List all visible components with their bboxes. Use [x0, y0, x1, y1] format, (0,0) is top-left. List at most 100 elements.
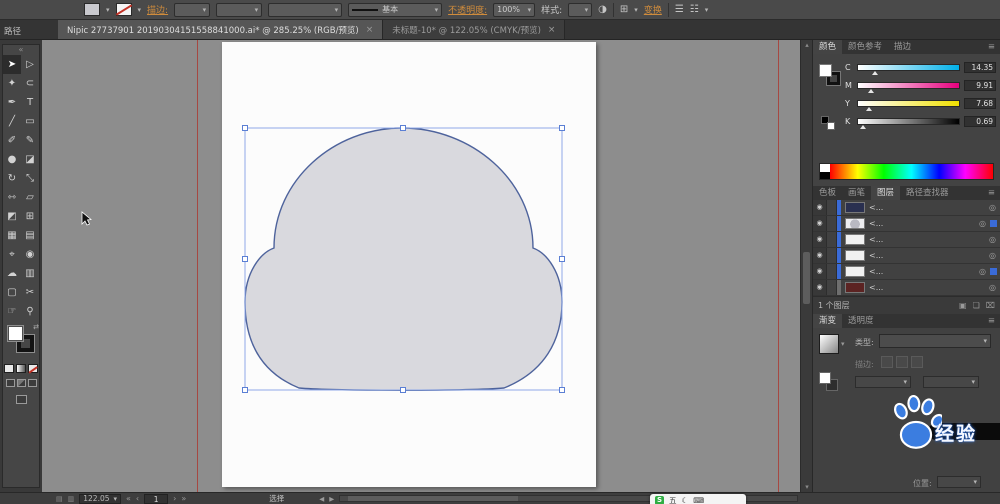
color-spectrum[interactable]	[819, 163, 994, 180]
zoom-dropdown[interactable]: 122.05 ▾	[79, 493, 122, 504]
cloud-shape[interactable]	[244, 127, 563, 391]
lock-toggle[interactable]	[827, 280, 837, 295]
tab-brushes[interactable]: 画笔	[842, 186, 871, 200]
screen-mode-icon[interactable]	[15, 395, 27, 404]
layer-name[interactable]: <...	[869, 251, 989, 260]
stroke-color-swatch[interactable]	[115, 3, 132, 16]
cyan-slider[interactable]	[857, 63, 960, 75]
scrollbar-thumb[interactable]	[803, 252, 810, 304]
tab-stroke[interactable]: 描边	[888, 40, 917, 54]
tool-pencil[interactable]: ✎	[21, 131, 39, 150]
first-artboard-button[interactable]: «	[126, 494, 131, 503]
chevron-down-icon[interactable]: ▾	[138, 6, 142, 14]
layer-name[interactable]: <...	[869, 203, 989, 212]
white-swatch[interactable]	[827, 122, 835, 130]
layer-name[interactable]: <...	[869, 219, 979, 228]
next-artboard-button[interactable]: ›	[173, 494, 176, 503]
layer-thumbnail[interactable]	[845, 218, 865, 229]
target-icon[interactable]: ◎	[989, 251, 996, 260]
layer-name[interactable]: <...	[869, 283, 989, 292]
lock-toggle[interactable]	[827, 248, 837, 263]
scrollbar-thumb[interactable]	[348, 496, 519, 501]
layer-row[interactable]: ◉ <... ◎	[813, 200, 1000, 216]
selection-indicator[interactable]	[990, 268, 997, 275]
tool-column-graph[interactable]: ▥	[21, 264, 39, 283]
stroke-along-icon[interactable]	[896, 356, 908, 368]
magenta-slider[interactable]	[857, 81, 960, 93]
black-value[interactable]: 0.69	[964, 115, 996, 127]
target-icon[interactable]: ◎	[979, 219, 986, 228]
chevron-down-icon[interactable]: ▾	[106, 6, 110, 14]
brush-definition-dropdown[interactable]: 基本 ▾	[348, 2, 443, 17]
magenta-value[interactable]: 9.91	[964, 79, 996, 91]
scroll-left-icon[interactable]: ◀	[319, 495, 324, 503]
visibility-toggle[interactable]: ◉	[813, 248, 827, 263]
fill-color-swatch[interactable]	[84, 3, 100, 16]
moon-icon[interactable]: ☾	[682, 496, 689, 504]
chevron-down-icon[interactable]: ▾	[634, 6, 638, 14]
target-icon[interactable]: ◎	[989, 283, 996, 292]
tab-gradient[interactable]: 渐变	[813, 314, 843, 328]
layer-thumbnail[interactable]	[845, 282, 865, 293]
stroke-across-icon[interactable]	[911, 356, 923, 368]
tool-paintbrush[interactable]: ✐	[3, 131, 21, 150]
layer-thumbnail[interactable]	[845, 234, 865, 245]
gradient-fill-proxy[interactable]	[819, 372, 831, 384]
tool-hand[interactable]: ☞	[3, 302, 21, 321]
draw-behind-icon[interactable]	[16, 379, 26, 387]
lock-toggle[interactable]	[827, 216, 837, 231]
tool-rectangle[interactable]: ▭	[21, 112, 39, 131]
scroll-right-icon[interactable]: ▶	[329, 495, 334, 503]
spectrum-ramp[interactable]	[830, 164, 993, 179]
tool-width[interactable]: ⇿	[3, 188, 21, 207]
lock-toggle[interactable]	[827, 264, 837, 279]
recolor-artwork-icon[interactable]: ◑	[598, 4, 607, 15]
tool-magic-wand[interactable]: ✦	[3, 74, 21, 93]
canvas[interactable]	[42, 40, 800, 492]
draw-normal-icon[interactable]	[5, 379, 15, 387]
opacity-dropdown[interactable]: 100% ▾	[493, 2, 536, 17]
grid-options-icon[interactable]: ⊞	[620, 4, 628, 15]
stroke-weight-label[interactable]: 描边:	[147, 3, 168, 16]
tool-gradient[interactable]: ▤	[21, 226, 39, 245]
keyboard-icon[interactable]: ⌨	[693, 496, 704, 504]
last-artboard-button[interactable]: »	[181, 494, 186, 503]
status-icon[interactable]: ▥	[68, 495, 75, 503]
variable-width-dropdown[interactable]: ▾	[216, 2, 263, 17]
tool-eraser[interactable]: ◪	[21, 150, 39, 169]
gradient-button[interactable]	[16, 364, 26, 373]
yellow-slider[interactable]	[857, 99, 960, 111]
tab-transparency[interactable]: 透明度	[842, 314, 880, 328]
artboard-number-box[interactable]: 1	[144, 493, 169, 504]
tool-zoom[interactable]: ⚲	[21, 302, 39, 321]
draw-inside-icon[interactable]	[27, 379, 37, 387]
layer-row[interactable]: ◉ <... ◎	[813, 264, 1000, 280]
layer-row[interactable]: ◉ <... ◎	[813, 280, 1000, 296]
tool-lasso[interactable]: ⊂	[21, 74, 39, 93]
new-layer-icon[interactable]: ❏	[973, 301, 980, 310]
align-vertical-icon[interactable]: ☷	[690, 4, 699, 15]
prev-artboard-button[interactable]: ‹	[136, 494, 139, 503]
layer-row[interactable]: ◉ <... ◎	[813, 232, 1000, 248]
tool-rotate[interactable]: ↻	[3, 169, 21, 188]
target-icon[interactable]: ◎	[989, 235, 996, 244]
target-icon[interactable]: ◎	[989, 203, 996, 212]
document-tab[interactable]: 未标题-10* @ 122.05% (CMYK/预览) ×	[383, 20, 566, 39]
lock-toggle[interactable]	[827, 232, 837, 247]
chevron-down-icon[interactable]: ▾	[841, 340, 845, 348]
panel-menu-icon[interactable]: ≡	[983, 188, 1000, 198]
visibility-toggle[interactable]: ◉	[813, 280, 827, 295]
tool-symbol-sprayer[interactable]: ☁	[3, 264, 21, 283]
document-tab-active[interactable]: Nipic 27737901 20190304151558841000.ai* …	[58, 20, 384, 39]
transform-link[interactable]: 变换	[644, 3, 662, 16]
opacity-label[interactable]: 不透明度:	[448, 3, 487, 16]
brush-options-dropdown[interactable]: ▾	[268, 2, 343, 17]
make-clip-mask-icon[interactable]: ▣	[959, 301, 967, 310]
layer-thumbnail[interactable]	[845, 250, 865, 261]
tool-selection[interactable]: ➤	[3, 55, 21, 74]
visibility-toggle[interactable]: ◉	[813, 200, 827, 215]
delete-layer-icon[interactable]: ⌧	[986, 301, 995, 310]
chevron-down-icon[interactable]: ▾	[705, 6, 709, 14]
panel-menu-icon[interactable]: ≡	[983, 42, 1000, 52]
tool-perspective-grid[interactable]: ⊞	[21, 207, 39, 226]
